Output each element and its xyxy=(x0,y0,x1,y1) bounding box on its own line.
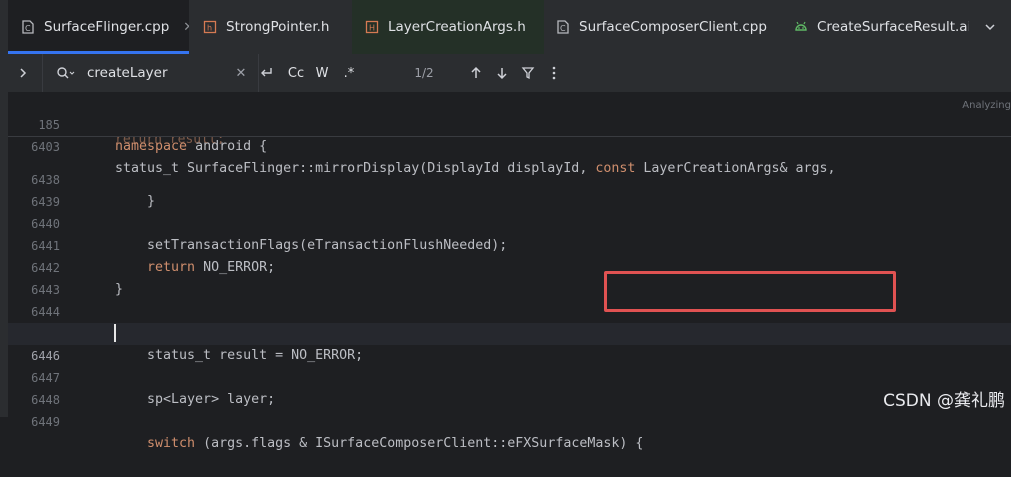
code-text: switch (args.flags & ISurfaceComposerCli… xyxy=(147,436,644,451)
chevron-down-icon[interactable] xyxy=(969,0,1011,54)
tab-surfaceflinger-cpp[interactable]: C SurfaceFlinger.cpp ✕ xyxy=(8,0,189,54)
tab-label: LayerCreationArgs.h xyxy=(388,19,526,35)
sticky-line[interactable]: 6403 status_t SurfaceFlinger::mirrorDisp… xyxy=(8,114,1011,176)
cpp-file-icon: C xyxy=(555,19,571,35)
code-line[interactable]: 6440 setTransactionFlags(eTransactionFlu… xyxy=(8,191,1011,253)
tab-label: CreateSurfaceResult.aidl xyxy=(817,19,969,35)
match-case-toggle[interactable]: Cc xyxy=(284,54,308,92)
sticky-line[interactable]: 185 namespace android { xyxy=(8,92,1011,154)
tab-label: SurfaceFlinger.cpp xyxy=(44,19,170,35)
more-options-icon[interactable] xyxy=(543,54,565,92)
svg-text:H: H xyxy=(369,24,375,33)
code-line[interactable]: 6441 return NO_ERROR; xyxy=(8,213,1011,275)
line-number: 6403 xyxy=(31,140,60,154)
search-field: ✕ xyxy=(42,54,259,92)
tab-surfacecomposerclient-cpp[interactable]: C SurfaceComposerClient.cpp xyxy=(555,0,770,54)
current-code-line[interactable]: 6446 xyxy=(8,323,1011,363)
expand-replace-icon[interactable] xyxy=(12,54,34,92)
svg-text:h: h xyxy=(207,24,212,33)
search-input[interactable] xyxy=(87,63,227,83)
next-occurrence-icon[interactable] xyxy=(491,54,513,92)
header-file-icon: H xyxy=(364,19,380,35)
code-line[interactable]: 6444 status_t SurfaceFlinger::createLaye… xyxy=(8,279,1011,342)
svg-text:C: C xyxy=(25,24,31,33)
watermark: CSDN @龚礼鹏 xyxy=(883,391,1005,411)
text-caret xyxy=(114,324,116,342)
code-line[interactable]: 6443 xyxy=(8,257,1011,297)
tab-label: StrongPointer.h xyxy=(226,19,330,35)
tab-layercreationargs-h[interactable]: H LayerCreationArgs.h xyxy=(352,0,544,54)
code-line[interactable]: 6449 switch (args.flags & ISurfaceCompos… xyxy=(8,389,1011,451)
line-number: 6449 xyxy=(31,415,60,429)
regex-toggle[interactable]: .* xyxy=(338,54,360,92)
clear-search-icon[interactable]: ✕ xyxy=(233,54,249,92)
editor-tab-bar: C SurfaceFlinger.cpp ✕ h StrongPointer.h… xyxy=(0,0,1011,55)
sticky-scroll-header: 185 namespace android { 6403 status_t Su… xyxy=(8,92,1011,176)
tab-label: SurfaceComposerClient.cpp xyxy=(579,19,767,35)
new-line-icon[interactable] xyxy=(255,54,277,92)
code-text: namespace android { xyxy=(115,139,268,154)
code-line[interactable]: 6442 } xyxy=(8,235,1011,297)
code-line[interactable]: 6445 status_t result = NO_ERROR; xyxy=(8,301,1011,363)
header-file-icon: h xyxy=(202,19,218,35)
search-result-count: 1/2 xyxy=(414,66,434,80)
close-icon[interactable]: ✕ xyxy=(183,20,189,35)
previous-occurrence-icon[interactable] xyxy=(465,54,487,92)
tab-strongpointer-h[interactable]: h StrongPointer.h xyxy=(202,0,352,54)
code-editor[interactable]: 185 namespace android { 6403 status_t Su… xyxy=(0,92,1011,451)
cpp-file-icon: C xyxy=(20,19,36,35)
tab-createsurfaceresult-aidl[interactable]: CreateSurfaceResult.aidl xyxy=(793,0,969,54)
search-history-icon[interactable] xyxy=(53,54,79,92)
words-toggle[interactable]: W xyxy=(311,54,333,92)
svg-text:C: C xyxy=(560,24,566,33)
aidl-file-icon xyxy=(793,19,809,35)
editor-left-margin xyxy=(0,92,8,417)
analyzing-status: Analyzing xyxy=(962,100,1011,111)
code-line[interactable]: 6447 sp<Layer> layer; xyxy=(8,345,1011,407)
find-bar: ✕ Cc W .* 1/2 xyxy=(0,54,1011,93)
filter-icon[interactable] xyxy=(517,54,539,92)
code-text: status_t SurfaceFlinger::mirrorDisplay(D… xyxy=(115,161,836,176)
code-line[interactable]: 6448 xyxy=(8,367,1011,407)
